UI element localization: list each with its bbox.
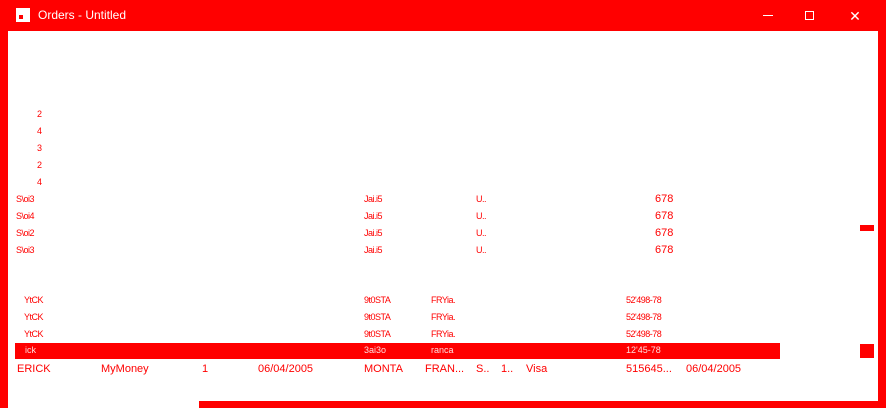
header-digit: 2 [37,109,42,119]
close-icon: ✕ [849,7,861,24]
row-code: U.. [476,194,487,204]
row-id: S\oi4 [16,211,35,221]
row-place: 9t0STA [364,329,391,339]
row-company: MyMoney [101,363,149,375]
row-place: 9t0STA [364,312,391,322]
scroll-marker[interactable] [860,225,874,231]
row-amount: 678 [655,227,674,239]
row-name: YtCK [24,295,44,305]
row-place: 9t0STA [364,295,391,305]
row-city: Jai.i5 [364,211,383,221]
row-id: S\oi3 [16,194,35,204]
maximize-icon [804,11,814,20]
row-card: Visa [526,363,548,375]
row-phone: 52'498-78 [626,312,662,322]
row-country: FRYia. [431,329,456,339]
row-country: FRYia. [431,312,456,322]
row-date2: 06/04/2005 [686,363,742,375]
row-city: Jai.i5 [364,194,383,204]
title-bar[interactable]: Orders - Untitled ✕ [0,0,886,31]
row-id: S\oi2 [16,228,35,238]
row-country: FRAN... [425,363,465,375]
row-place: MONTA [364,363,403,375]
selected-table-row[interactable]: ick 3ai3o ranca 12'45-78 [15,343,780,359]
row-place: 3ai3o [364,345,387,355]
close-button[interactable]: ✕ [832,0,878,31]
header-digit: 2 [37,160,42,170]
row-date: 06/04/2005 [258,363,314,375]
row-phone: 12'45-78 [626,345,661,355]
row-phone: 515645... [626,363,672,375]
row-s: S.. [476,363,490,375]
minimize-icon [763,15,773,16]
header-digit: 3 [37,143,42,153]
header-digit: 4 [37,126,42,136]
row-name: ick [25,345,36,355]
row-name: YtCK [24,329,44,339]
row-amount: 678 [655,193,674,205]
row-code: U.. [476,228,487,238]
row-country: ranca [431,345,454,355]
row-phone: 52'498-78 [626,295,662,305]
scroll-marker[interactable] [860,344,874,358]
bottom-strip [8,401,199,408]
row-name: ERICK [17,363,51,375]
row-one: 1.. [501,363,514,375]
row-phone: 52'498-78 [626,329,662,339]
row-country: FRYia. [431,295,456,305]
row-city: Jai.i5 [364,245,383,255]
row-qty: 1 [202,363,209,375]
window-title: Orders - Untitled [38,8,127,22]
minimize-button[interactable] [745,0,791,31]
row-city: Jai.i5 [364,228,383,238]
row-code: U.. [476,245,487,255]
row-code: U.. [476,211,487,221]
app-icon [16,8,30,22]
row-id: S\oi3 [16,245,35,255]
row-name: YtCK [24,312,44,322]
maximize-button[interactable] [786,0,832,31]
row-amount: 678 [655,244,674,256]
header-digit: 4 [37,177,42,187]
row-amount: 678 [655,210,674,222]
